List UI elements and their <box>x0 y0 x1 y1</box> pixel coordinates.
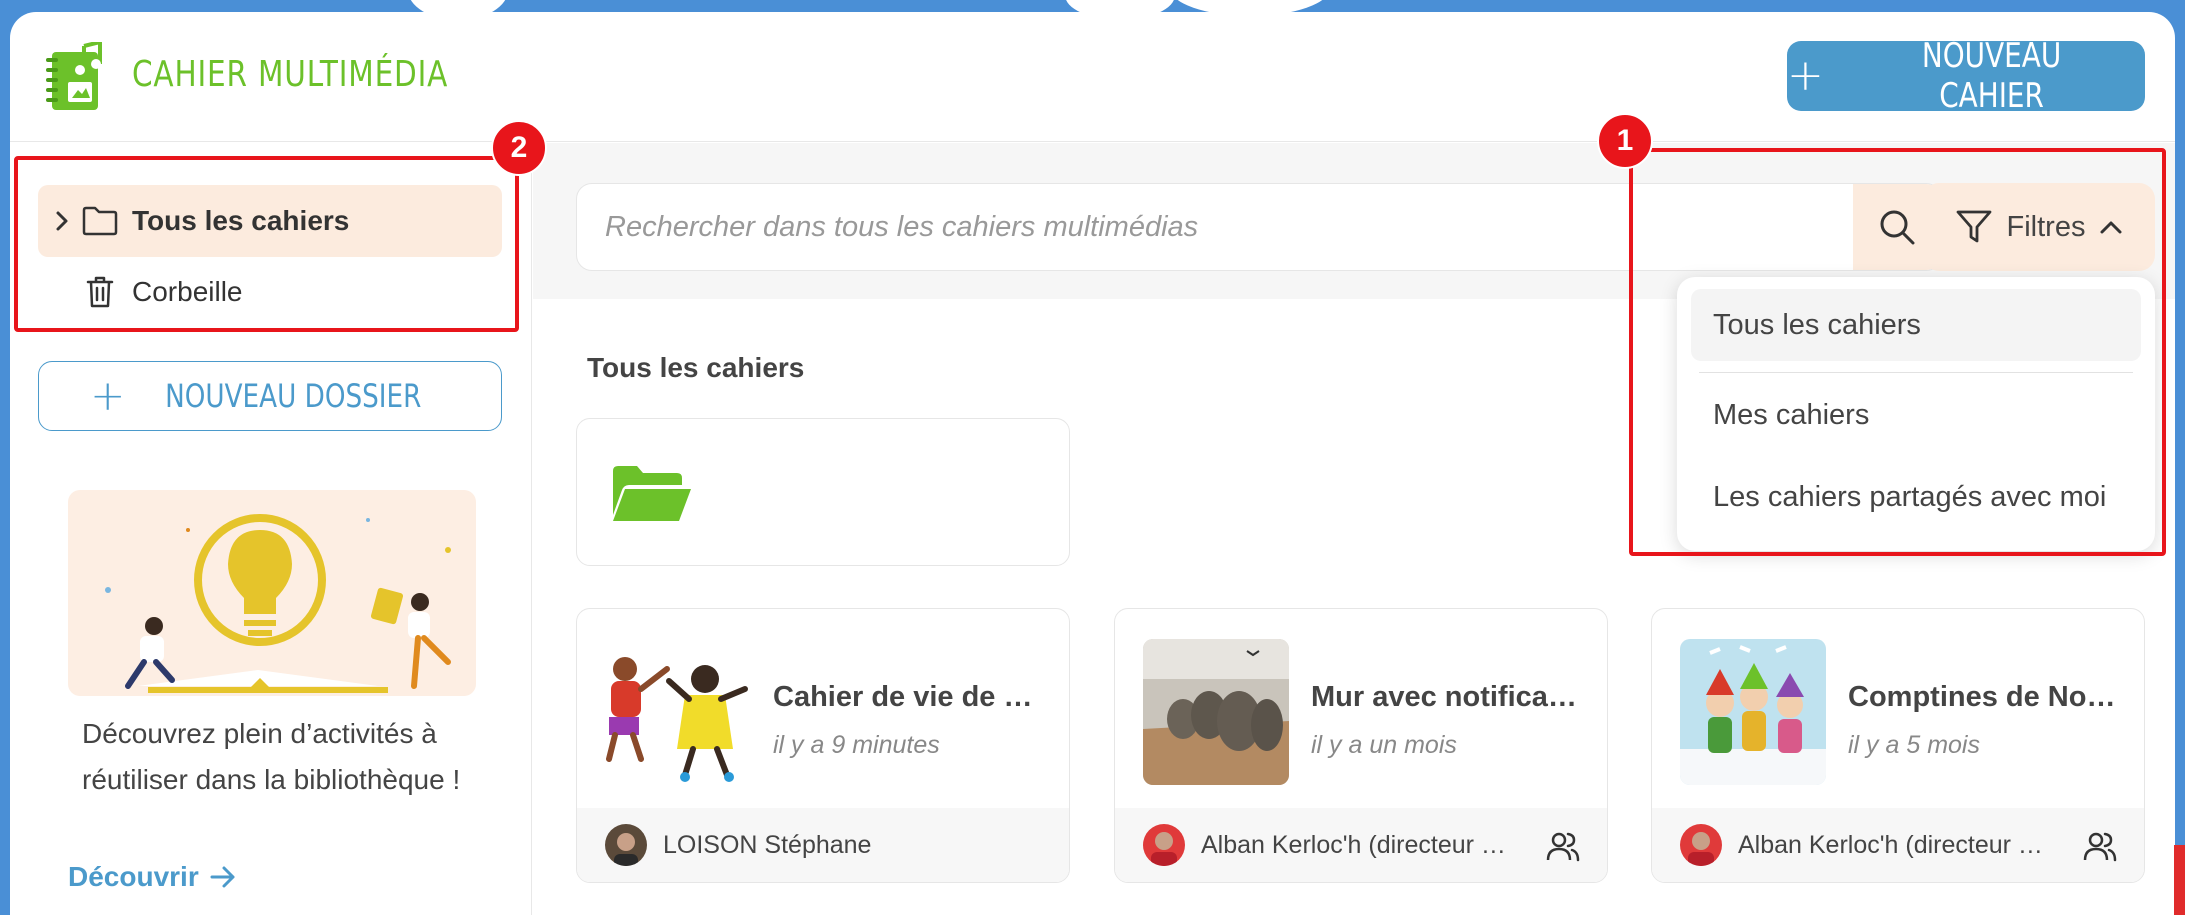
arrow-right-icon <box>210 866 235 888</box>
avatar <box>1143 824 1185 866</box>
notebook-date: il y a un mois <box>1311 731 1457 759</box>
notebook-owner: LOISON Stéphane <box>663 831 872 859</box>
new-notebook-label: NOUVEAU CAHIER <box>1921 36 2062 116</box>
folder-card[interactable] <box>576 418 1070 566</box>
notebook-owner: Alban Kerloc'h (directeur … <box>1738 831 2043 859</box>
notebook-footer: Alban Kerloc'h (directeur … <box>1652 808 2144 882</box>
section-title: Tous les cahiers <box>587 352 805 383</box>
notebook-owner: Alban Kerloc'h (directeur … <box>1201 831 1506 859</box>
avatar <box>605 824 647 866</box>
app-header: CAHIER MULTIMÉDIA + NOUVEAU CAHIER <box>10 12 2175 142</box>
notebook-date: il y a 5 mois <box>1848 731 1980 759</box>
notebook-thumbnail <box>1680 639 1826 785</box>
notebook-date: il y a 9 minutes <box>773 731 940 759</box>
app-title: CAHIER MULTIMÉDIA <box>132 54 449 95</box>
library-promo-illustration <box>68 490 476 696</box>
search-input[interactable] <box>577 184 1807 270</box>
promo-text: Découvrez plein d’activités à réutiliser… <box>82 718 461 795</box>
annotation-badge-1: 1 <box>1597 113 1653 169</box>
app-window: CAHIER MULTIMÉDIA + NOUVEAU CAHIER Tous … <box>10 12 2175 915</box>
new-notebook-button[interactable]: + NOUVEAU CAHIER <box>1787 36 2145 116</box>
notebook-footer: LOISON Stéphane <box>577 808 1069 882</box>
avatar <box>1680 824 1722 866</box>
plus-icon: + <box>1787 50 1824 101</box>
annotation-box-2 <box>14 156 519 332</box>
discover-link[interactable]: Découvrir <box>68 861 237 893</box>
notebook-thumbnail <box>1143 639 1289 785</box>
notebook-card[interactable]: Mur avec notifica… il y a un mois Alban … <box>1114 608 1608 883</box>
notebook-title: Mur avec notifica… <box>1311 681 1577 713</box>
notebook-title: Comptines de No… <box>1848 681 2116 713</box>
notebook-card[interactable]: Cahier de vie de … il y a 9 minutes LOIS… <box>576 608 1070 883</box>
notebook-logo-icon <box>44 39 108 114</box>
discover-link-label: Découvrir <box>68 861 199 892</box>
shared-users-icon <box>1546 832 1580 862</box>
annotation-box-1 <box>1629 148 2166 556</box>
notebook-footer: Alban Kerloc'h (directeur … <box>1115 808 1607 882</box>
notebook-title: Cahier de vie de … <box>773 681 1033 713</box>
notebook-card[interactable]: Comptines de No… il y a 5 mois Alban Ker… <box>1651 608 2145 883</box>
shared-users-icon <box>2083 832 2117 862</box>
plus-icon: + <box>90 371 126 420</box>
notebook-thumbnail <box>605 639 751 785</box>
annotation-badge-2: 2 <box>491 120 547 176</box>
edge-strip <box>2174 845 2185 915</box>
open-folder-icon <box>613 466 691 521</box>
new-folder-label: NOUVEAU DOSSIER <box>165 377 422 415</box>
new-folder-button[interactable]: + NOUVEAU DOSSIER <box>38 361 502 431</box>
